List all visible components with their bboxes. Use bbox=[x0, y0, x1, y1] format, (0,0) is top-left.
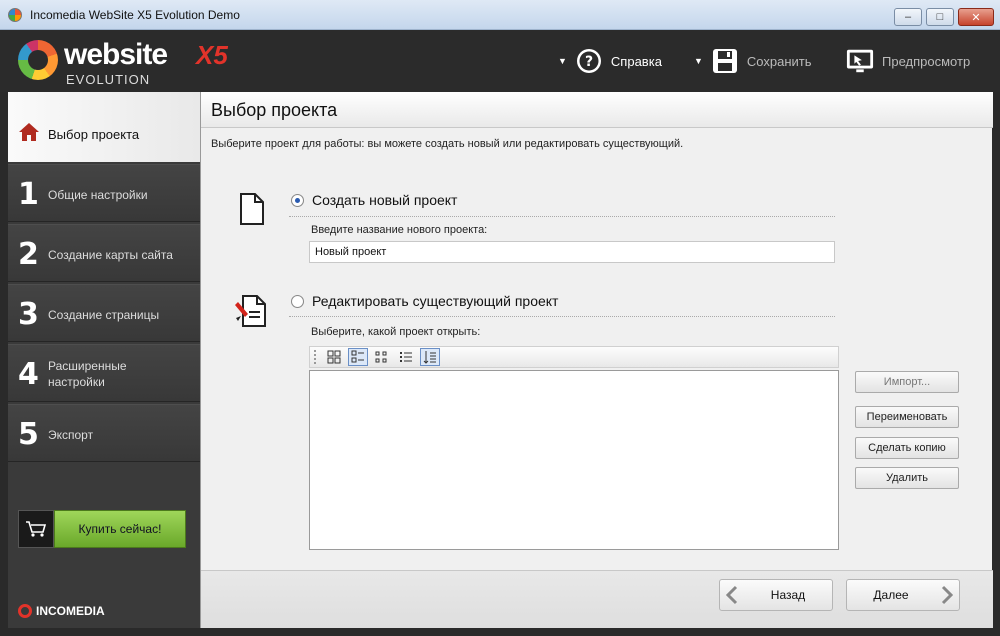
chevron-right-icon bbox=[935, 585, 959, 605]
create-project-option[interactable]: Создать новый проект bbox=[291, 192, 457, 208]
toolbar-grip-icon bbox=[314, 350, 318, 364]
small-icons-view-icon[interactable] bbox=[372, 348, 392, 366]
sidebar-item-project-selection[interactable]: Выбор проекта bbox=[8, 92, 208, 162]
website-x5-logo: website X5 EVOLUTION bbox=[18, 38, 258, 88]
help-label: Справка bbox=[610, 53, 662, 69]
edit-project-label: Редактировать существующий проект bbox=[312, 293, 559, 309]
home-icon bbox=[18, 122, 40, 145]
sidebar-item-label: Общие настройки bbox=[48, 188, 148, 202]
step-number: 5 bbox=[18, 417, 39, 452]
list-view-icon[interactable] bbox=[396, 348, 416, 366]
new-document-icon bbox=[237, 192, 267, 229]
sidebar-item-page-creation[interactable]: 3 Создание страницы bbox=[8, 284, 200, 342]
divider bbox=[289, 216, 835, 217]
create-project-radio[interactable] bbox=[291, 193, 304, 207]
buy-now-label: Купить сейчас! bbox=[54, 510, 186, 548]
edit-project-option[interactable]: Редактировать существующий проект bbox=[291, 293, 558, 309]
maximize-button[interactable]: □ bbox=[926, 8, 954, 26]
minimize-button[interactable]: – bbox=[894, 8, 922, 26]
app-icon bbox=[8, 8, 22, 22]
buy-now-button[interactable]: Купить сейчас! bbox=[18, 510, 186, 548]
save-label: Сохранить bbox=[746, 53, 812, 69]
close-button[interactable]: ✕ bbox=[958, 8, 994, 26]
sidebar-item-label-line2: настройки bbox=[48, 375, 105, 389]
import-button[interactable]: Импорт... bbox=[855, 371, 959, 393]
logo-circle-icon bbox=[18, 40, 58, 80]
details-view-icon[interactable] bbox=[348, 348, 368, 366]
preview-label: Предпросмотр bbox=[882, 53, 971, 69]
help-button[interactable]: ▼ ? Справка bbox=[558, 44, 662, 78]
window-titlebar: Incomedia WebSite X5 Evolution Demo – □ … bbox=[0, 0, 1000, 30]
divider bbox=[289, 316, 835, 317]
save-dropdown-icon[interactable]: ▼ bbox=[694, 56, 703, 66]
project-list-label: Выберите, какой проект открыть: bbox=[311, 326, 481, 338]
page-description: Выберите проект для работы: вы можете со… bbox=[211, 138, 684, 150]
help-icon: ? bbox=[575, 47, 603, 75]
copy-button[interactable]: Сделать копию bbox=[855, 437, 959, 459]
create-project-label: Создать новый проект bbox=[312, 192, 458, 208]
window-title: Incomedia WebSite X5 Evolution Demo bbox=[30, 8, 240, 22]
sort-icon[interactable] bbox=[420, 348, 440, 366]
window-controls: – □ ✕ bbox=[894, 8, 994, 26]
sidebar-item-advanced-settings[interactable]: 4 Расширенные настройки bbox=[8, 344, 200, 402]
wizard-footer: Назад Далее bbox=[201, 570, 993, 628]
svg-text:?: ? bbox=[585, 54, 593, 70]
project-name-input[interactable] bbox=[309, 241, 835, 263]
sidebar-item-label: Создание карты сайта bbox=[48, 248, 173, 262]
step-number: 2 bbox=[18, 237, 39, 272]
chevron-left-icon bbox=[720, 585, 744, 605]
rename-button[interactable]: Переименовать bbox=[855, 406, 959, 428]
project-list[interactable] bbox=[309, 370, 839, 550]
large-icons-view-icon[interactable] bbox=[324, 348, 344, 366]
next-label: Далее bbox=[873, 588, 909, 602]
sidebar-item-label: Экспорт bbox=[48, 428, 94, 442]
logo-word: website bbox=[64, 38, 168, 71]
main-panel: Выбор проекта Выберите проект для работы… bbox=[200, 92, 993, 628]
logo-version: X5 bbox=[196, 40, 228, 70]
list-view-toolbar bbox=[309, 346, 839, 368]
project-name-label: Введите название нового проекта: bbox=[311, 224, 488, 236]
save-icon bbox=[711, 47, 739, 75]
app-header: website X5 EVOLUTION ▼ ? Справка ▼ Сохра… bbox=[0, 30, 1000, 92]
logo-edition: EVOLUTION bbox=[66, 72, 151, 87]
incomedia-ring-icon bbox=[18, 604, 32, 618]
page-title-bar: Выбор проекта bbox=[201, 92, 993, 128]
edit-project-radio[interactable] bbox=[291, 294, 304, 308]
delete-button[interactable]: Удалить bbox=[855, 467, 959, 489]
page-title: Выбор проекта bbox=[211, 100, 338, 120]
step-number: 3 bbox=[18, 297, 39, 332]
edit-document-icon bbox=[233, 294, 269, 331]
back-button[interactable]: Назад bbox=[719, 579, 833, 611]
save-button[interactable]: ▼ Сохранить bbox=[694, 44, 812, 78]
next-button[interactable]: Далее bbox=[846, 579, 960, 611]
step-number: 4 bbox=[18, 357, 39, 392]
incomedia-brand: INCOMEDIA bbox=[36, 604, 105, 618]
step-sidebar: Выбор проекта 1 Общие настройки 2 Создан… bbox=[8, 92, 208, 628]
cart-icon bbox=[18, 510, 54, 548]
sidebar-item-label: Создание страницы bbox=[48, 308, 160, 322]
sidebar-item-export[interactable]: 5 Экспорт bbox=[8, 404, 200, 462]
sidebar-item-general-settings[interactable]: 1 Общие настройки bbox=[8, 164, 200, 222]
help-dropdown-icon[interactable]: ▼ bbox=[558, 56, 567, 66]
incomedia-logo: INCOMEDIA bbox=[18, 604, 105, 618]
back-label: Назад bbox=[770, 588, 806, 602]
preview-icon bbox=[846, 47, 874, 75]
step-number: 1 bbox=[18, 177, 39, 212]
sidebar-item-label: Расширенные bbox=[48, 359, 127, 373]
preview-button[interactable]: Предпросмотр bbox=[846, 44, 970, 78]
sidebar-item-label: Выбор проекта bbox=[48, 127, 140, 142]
sidebar-item-sitemap[interactable]: 2 Создание карты сайта bbox=[8, 224, 200, 282]
